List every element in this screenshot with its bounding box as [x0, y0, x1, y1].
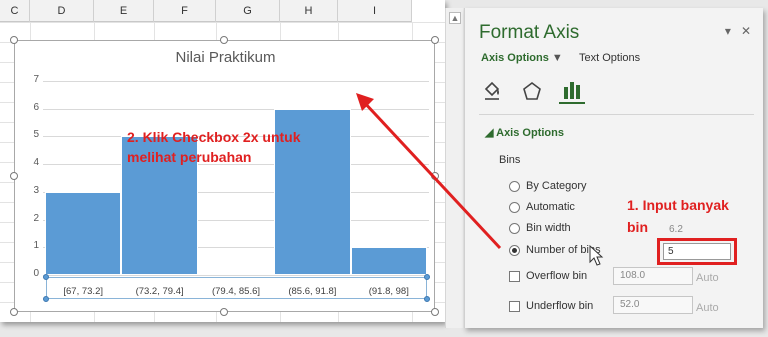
- checkbox-overflow-bin[interactable]: Overflow bin: [509, 270, 587, 282]
- gridline: [43, 81, 429, 82]
- y-tick-label: 0: [33, 268, 39, 279]
- tab-axis-options[interactable]: Axis Options ▼: [481, 52, 563, 64]
- tab-axis-options-label: Axis Options: [481, 52, 549, 64]
- radio-automatic-label: Automatic: [526, 201, 575, 213]
- annotation-step-2: 2. Klik Checkbox 2x untuk melihat peruba…: [127, 127, 301, 167]
- y-tick-label: 4: [33, 157, 39, 169]
- x-tick-label: [67, 73.2]: [63, 286, 103, 297]
- gridline: [43, 275, 429, 276]
- axis-handle[interactable]: [43, 296, 49, 302]
- overflow-auto-button[interactable]: Auto: [696, 272, 719, 284]
- format-axis-panel: Format Axis ▾ ✕ Axis Options ▼ Text Opti…: [464, 8, 763, 328]
- chart-resize-handle[interactable]: [220, 36, 228, 44]
- annotation-step-1: 1. Input banyak bin: [627, 194, 729, 238]
- y-tick-label: 1: [33, 240, 39, 252]
- chart-resize-handle[interactable]: [10, 36, 18, 44]
- annotation-step-2-line1: 2. Klik Checkbox 2x untuk: [127, 129, 301, 145]
- chart-resize-handle[interactable]: [431, 172, 439, 180]
- axis-handle[interactable]: [424, 274, 430, 280]
- radio-bin-width-label: Bin width: [526, 222, 571, 234]
- axis-handle[interactable]: [424, 296, 430, 302]
- checkbox-overflow-label: Overflow bin: [526, 270, 588, 282]
- section-axis-options-label: Axis Options: [496, 127, 564, 139]
- radio-button[interactable]: [509, 180, 520, 192]
- chevron-down-icon[interactable]: ▾: [725, 24, 731, 38]
- column-header-d[interactable]: D: [30, 0, 94, 22]
- y-tick-label: 7: [33, 74, 39, 85]
- gridline: [43, 108, 429, 110]
- chart-resize-handle[interactable]: [220, 308, 228, 316]
- underflow-value-field[interactable]: 52.0: [613, 296, 693, 314]
- column-header-i[interactable]: I: [338, 0, 412, 22]
- scroll-up-icon[interactable]: ▲: [449, 12, 461, 24]
- chart-resize-handle[interactable]: [431, 36, 439, 44]
- column-headers: C D E F G H I: [0, 0, 412, 22]
- radio-by-category-label: By Category: [526, 180, 587, 192]
- radio-button[interactable]: [509, 201, 520, 213]
- histogram-chart[interactable]: Nilai Praktikum 0 1 2 3 4 5 6 7 [67, 73.2] (73.2…: [14, 40, 435, 312]
- effects-icon[interactable]: [519, 78, 545, 104]
- radio-by-category[interactable]: By Category: [509, 180, 587, 192]
- overflow-value-field[interactable]: 108.0: [613, 267, 693, 285]
- x-tick-label: (79.4, 85.6]: [211, 286, 261, 297]
- tab-text-options[interactable]: Text Options: [579, 52, 640, 64]
- y-tick-label: 3: [33, 184, 39, 196]
- panel-title: Format Axis: [479, 22, 580, 43]
- bins-label: Bins: [499, 154, 521, 166]
- x-tick-label: (85.6, 91.8]: [288, 286, 337, 297]
- y-tick-label: 5: [33, 129, 39, 141]
- underflow-auto-button[interactable]: Auto: [696, 302, 719, 314]
- radio-number-of-bins-label: Number of bins: [526, 244, 601, 256]
- annotation-step-2-line2: melihat perubahan: [127, 149, 252, 165]
- chart-resize-handle[interactable]: [10, 308, 18, 316]
- column-header-h[interactable]: H: [280, 0, 338, 22]
- chart-resize-handle[interactable]: [10, 172, 18, 180]
- column-header-g[interactable]: G: [216, 0, 280, 22]
- chart-title[interactable]: Nilai Praktikum: [15, 49, 436, 66]
- radio-button[interactable]: [509, 222, 520, 234]
- triangle-down-icon: ◢: [485, 127, 494, 139]
- checkbox[interactable]: [509, 270, 520, 282]
- fill-line-icon[interactable]: [479, 78, 505, 104]
- annotation-step-1-line2: bin: [627, 219, 648, 235]
- column-header-c[interactable]: C: [0, 0, 30, 22]
- radio-automatic[interactable]: Automatic: [509, 201, 575, 213]
- close-icon[interactable]: ✕: [741, 24, 751, 38]
- radio-bin-width[interactable]: Bin width: [509, 222, 571, 234]
- annotation-step-1-line1: 1. Input banyak: [627, 197, 729, 213]
- x-tick-label: (73.2, 79.4]: [135, 286, 184, 297]
- column-header-f[interactable]: F: [154, 0, 216, 22]
- checkbox-underflow-bin[interactable]: Underflow bin: [509, 300, 593, 312]
- y-tick-label: 6: [33, 101, 39, 113]
- column-header-e[interactable]: E: [94, 0, 154, 22]
- checkbox-underflow-label: Underflow bin: [526, 300, 594, 312]
- section-axis-options[interactable]: ◢ Axis Options: [485, 126, 564, 139]
- x-tick-label: (91.8, 98]: [368, 286, 409, 297]
- radio-number-of-bins[interactable]: Number of bins: [509, 244, 601, 256]
- chevron-down-icon: ▼: [551, 52, 563, 64]
- axis-options-icon[interactable]: [559, 78, 585, 104]
- panel-controls: ▾ ✕: [725, 24, 751, 38]
- checkbox[interactable]: [509, 300, 520, 312]
- histogram-bar[interactable]: [45, 191, 122, 275]
- chart-resize-handle[interactable]: [431, 308, 439, 316]
- spreadsheet-area: C D E F G H I Nilai Praktikum 0 1 2 3 4 5 6 7 […: [0, 0, 445, 322]
- y-tick-label: 2: [33, 212, 39, 224]
- radio-button-selected[interactable]: [509, 244, 520, 256]
- panel-icon-row: [479, 78, 585, 108]
- divider: [479, 114, 754, 115]
- highlight-box: [657, 238, 737, 265]
- histogram-bar[interactable]: [350, 247, 427, 275]
- vertical-scrollbar[interactable]: ▲: [445, 8, 463, 328]
- axis-handle[interactable]: [43, 274, 49, 280]
